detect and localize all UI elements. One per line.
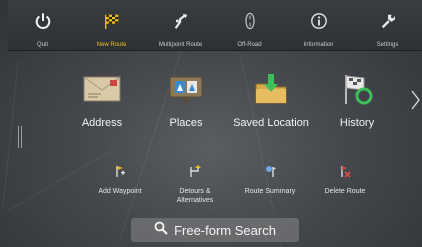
secondary-menu-row: Add Waypoint Detours & Alternatives Rout…: [80, 163, 400, 215]
route-summary-label: Route Summary: [244, 188, 296, 195]
history-flag-icon: [337, 70, 377, 108]
quit-button[interactable]: Quit: [8, 0, 77, 50]
off-road-icon: [241, 12, 259, 35]
signboard-icon: [166, 70, 206, 108]
saved-location-label: Saved Location: [233, 117, 309, 129]
search-icon: [154, 221, 168, 240]
new-route-label: New Route: [96, 42, 127, 48]
history-label: History: [339, 117, 375, 129]
next-page-button[interactable]: [409, 88, 422, 116]
delete-route-icon: [338, 163, 352, 179]
info-icon: [310, 12, 328, 35]
route-summary-button[interactable]: Route Summary: [230, 163, 310, 196]
settings-label: Settings: [376, 42, 399, 48]
navigation-menu-screen: Quit New Route Multipoint Route Off-Road…: [0, 0, 422, 247]
off-road-button[interactable]: Off-Road: [215, 0, 284, 50]
delete-route-label: Delete Route: [324, 188, 366, 195]
top-toolbar: Quit New Route Multipoint Route Off-Road…: [8, 0, 422, 51]
main-menu-row: Address Places Saved Location History: [60, 70, 400, 140]
off-road-label: Off-Road: [237, 42, 262, 48]
route-summary-icon: [263, 163, 277, 179]
envelope-icon: [82, 70, 122, 108]
multipoint-route-button[interactable]: Multipoint Route: [146, 0, 215, 50]
information-label: Information: [303, 42, 334, 48]
places-label: Places: [169, 117, 203, 129]
add-waypoint-icon: [113, 163, 127, 179]
folder-download-icon: [251, 70, 291, 108]
settings-button[interactable]: Settings: [353, 0, 422, 50]
new-route-button[interactable]: New Route: [77, 0, 146, 50]
places-button[interactable]: Places: [141, 70, 231, 129]
search-label: Free-form Search: [174, 222, 276, 238]
free-form-search-button[interactable]: Free-form Search: [131, 218, 299, 242]
detours-label: Detours & Alternatives: [176, 188, 214, 204]
delete-route-button[interactable]: Delete Route: [305, 163, 385, 196]
side-drag-handle[interactable]: [18, 126, 24, 148]
saved-location-button[interactable]: Saved Location: [226, 70, 316, 129]
address-label: Address: [81, 117, 123, 129]
history-button[interactable]: History: [312, 70, 402, 129]
route-arrow-icon: [172, 12, 190, 35]
detours-icon: [188, 163, 202, 179]
chevron-right-icon: [411, 90, 420, 115]
detours-alternatives-button[interactable]: Detours & Alternatives: [155, 163, 235, 205]
add-waypoint-button[interactable]: Add Waypoint: [80, 163, 160, 196]
checkered-flag-icon: [103, 12, 121, 35]
power-icon: [34, 12, 52, 35]
quit-label: Quit: [36, 42, 48, 48]
add-waypoint-label: Add Waypoint: [98, 188, 142, 195]
multipoint-route-label: Multipoint Route: [158, 42, 203, 48]
information-button[interactable]: Information: [284, 0, 353, 50]
wrench-icon: [379, 12, 397, 35]
address-button[interactable]: Address: [57, 70, 147, 129]
